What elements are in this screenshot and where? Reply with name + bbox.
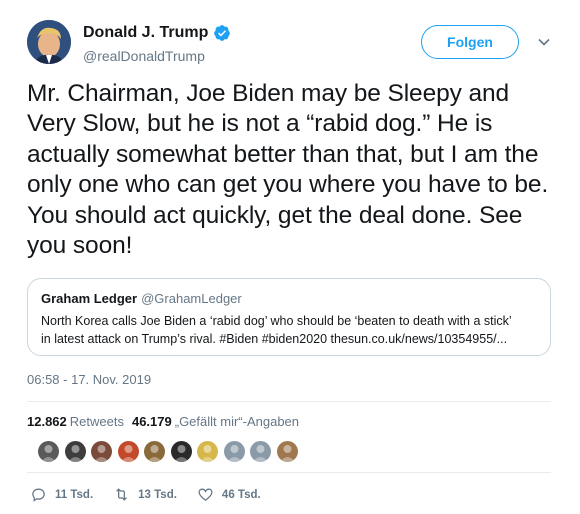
- liker-avatars: [38, 441, 303, 462]
- liker-avatar[interactable]: [117, 441, 139, 462]
- reply-count: 11 Tsd.: [55, 488, 94, 501]
- heart-icon: [198, 488, 213, 501]
- quote-author-handle: @GrahamLedger: [141, 291, 242, 306]
- tweet-header: Donald J. Trump @realDonaldTrump Folgen: [27, 18, 557, 70]
- liker-avatar[interactable]: [197, 441, 218, 462]
- retweet-icon: [116, 488, 128, 501]
- like-action[interactable]: 46 Tsd.: [197, 486, 261, 503]
- engagement-stats: 12.862 Retweets 46.179 „Gefällt mir“-Angabe…: [27, 414, 307, 429]
- quote-text-line-2: in latest attack on Trump’s rival. #Bide…: [41, 332, 508, 346]
- quote-text-line-1: North Korea calls Joe Biden a ‘rabid dog…: [41, 314, 512, 328]
- reply-action[interactable]: 11 Tsd.: [30, 486, 93, 503]
- liker-avatar[interactable]: [144, 441, 165, 462]
- author-name-row: Donald J. Trump: [83, 24, 231, 42]
- quote-text: North Korea calls Joe Biden a ‘rabid dog…: [41, 312, 541, 348]
- tweet-text: Mr. Chairman, Joe Biden may be Sleepy an…: [27, 80, 549, 260]
- reply-icon: [32, 488, 45, 502]
- retweets-count[interactable]: 12.862: [27, 414, 67, 429]
- likes-count[interactable]: 46.179: [132, 414, 172, 429]
- liker-avatar[interactable]: [250, 441, 271, 462]
- divider: [27, 472, 551, 473]
- verified-badge-icon: [213, 24, 231, 42]
- author-display-name[interactable]: Donald J. Trump: [83, 24, 208, 42]
- chevron-down-icon[interactable]: [537, 35, 551, 49]
- quote-header: Graham Ledger @GrahamLedger: [41, 291, 242, 306]
- follow-button[interactable]: Folgen: [421, 25, 519, 59]
- author-handle[interactable]: @realDonaldTrump: [83, 48, 205, 64]
- retweets-label[interactable]: Retweets: [70, 414, 124, 429]
- liker-avatar[interactable]: [276, 441, 298, 462]
- liker-avatar[interactable]: [38, 441, 59, 462]
- quote-author-name: Graham Ledger: [41, 291, 138, 306]
- likes-label[interactable]: „Gefällt mir“-Angaben: [175, 414, 299, 429]
- liker-avatar[interactable]: [170, 441, 192, 462]
- retweet-count: 13 Tsd.: [138, 488, 177, 501]
- retweet-action[interactable]: 13 Tsd.: [113, 486, 177, 503]
- tweet-timestamp[interactable]: 06:58 - 17. Nov. 2019: [27, 372, 151, 387]
- divider: [27, 401, 551, 402]
- liker-avatar[interactable]: [223, 441, 245, 462]
- liker-avatar[interactable]: [64, 441, 86, 462]
- like-count: 46 Tsd.: [221, 488, 261, 501]
- author-avatar[interactable]: [27, 20, 71, 64]
- quote-tweet-card[interactable]: Graham Ledger @GrahamLedger North Korea c…: [27, 278, 551, 356]
- tweet-actions: 11 Tsd. 13 Tsd. 46 Tsd.: [30, 486, 281, 503]
- liker-avatar[interactable]: [91, 441, 112, 462]
